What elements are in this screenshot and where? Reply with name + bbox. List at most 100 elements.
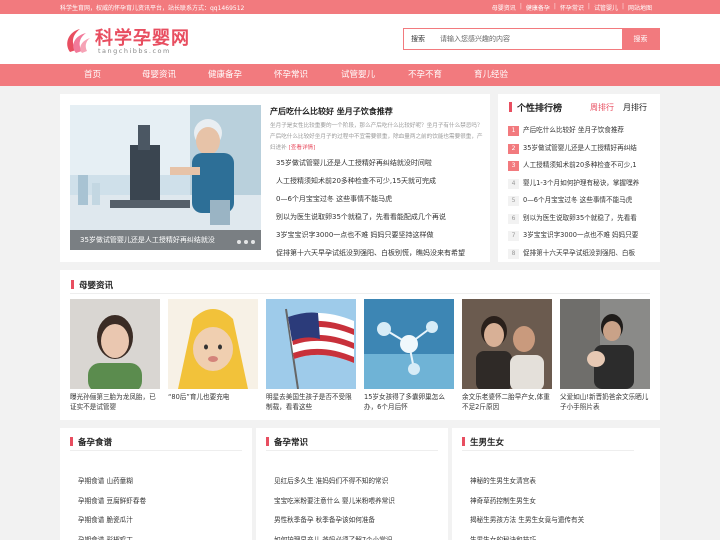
divider	[70, 450, 242, 451]
ranking-list: 1 产后吃什么比较好 坐月子饮食推荐 2 35岁做试管婴儿还是人工授精好再纠结 3人…	[508, 122, 648, 262]
rank-number: 7	[508, 231, 519, 241]
search-input[interactable]	[440, 29, 620, 49]
rank-number: 8	[508, 248, 519, 259]
list-item[interactable]: 男性秋季备孕 秋季备孕该如何准备	[274, 511, 395, 531]
us-flag-image	[266, 299, 356, 389]
list-item[interactable]: 人工授精须知术前20多种检查不可少,15天就可完成	[272, 172, 465, 190]
tab-monthly[interactable]: 月排行	[623, 102, 647, 113]
column-gender: 生男生女 神秘的生男生女清宫表 神奇草药控制生男生女 揭秘生男孩方法 生男生女竟…	[452, 428, 660, 540]
list-item[interactable]: 孕期食谱 山药童糊	[78, 472, 146, 492]
ranking-item[interactable]: 3 人工授精须知术前20多种检查不可少,1	[508, 157, 648, 175]
search-label: 搜索	[411, 35, 425, 43]
baby-towel-image	[168, 299, 258, 389]
card-image	[70, 299, 160, 389]
rank-title: 人工授精须知术前20多种检查不可少,1	[523, 161, 637, 169]
rank-title: 产后吃什么比较好 坐月子饮食推荐	[523, 126, 625, 134]
list-item[interactable]: 别以为医生说取卵35个就稳了，先看看能配成几个再说	[272, 208, 465, 226]
main-nav: 首页 母婴资讯 健康备孕 怀孕常识 试管婴儿 不孕不育 育儿经验	[0, 64, 720, 86]
read-more-link[interactable]: [查看详情]	[289, 145, 316, 151]
list-item[interactable]: 促排第十六天早孕试纸没到强阳、白板别慌，瞧妈没来有希望	[272, 244, 465, 262]
nav-baby-news[interactable]: 母婴资讯	[142, 64, 176, 86]
top-link-prepregnancy[interactable]: 健康备孕	[522, 3, 554, 12]
card-image	[364, 299, 454, 389]
card-title: 曝光孙俪第三胎为龙凤胎，已证实不是试管婴	[70, 393, 156, 411]
section-title: 母婴资讯	[71, 279, 113, 291]
ranking-item[interactable]: 8 促排第十六天早孕试纸没到强阳、白板	[508, 245, 648, 263]
rank-title: 0—6个月宝宝过冬 这些事情不能马虎	[523, 196, 633, 204]
slide-caption: 35岁做试管婴儿还是人工授精好再纠结就没	[70, 230, 261, 250]
card-title: 15岁女孩得了多囊卵巢怎么办，6个月后怀	[364, 393, 445, 411]
search-button[interactable]: 搜索	[622, 29, 659, 49]
featured-title[interactable]: 产后吃什么比较好 坐月子饮食推荐	[270, 106, 393, 117]
top-link-sitemap[interactable]: 网站地图	[624, 3, 656, 12]
top-link-baby-news[interactable]: 母婴资讯	[488, 3, 520, 12]
rank-number: 1	[508, 126, 519, 136]
news-card[interactable]: 余文乐老婆怀二胎早产女,体重不足2斤原因	[462, 299, 552, 412]
ranking-item[interactable]: 5 0—6个月宝宝过冬 这些事情不能马虎	[508, 192, 648, 210]
nav-home[interactable]: 首页	[84, 64, 101, 86]
top-link-ivf[interactable]: 试管婴儿	[590, 3, 622, 12]
nav-ivf[interactable]: 试管婴儿	[341, 64, 375, 86]
molecule-image	[364, 299, 454, 389]
list-item[interactable]: 0—6个月宝宝过冬 这些事情不能马虎	[272, 190, 465, 208]
ranking-item[interactable]: 7 3岁宝宝识字3000一点也不难 妈妈只要	[508, 227, 648, 245]
slide-dot[interactable]	[244, 240, 248, 244]
featured-slide[interactable]: 35岁做试管婴儿还是人工授精好再纠结就没	[70, 105, 261, 250]
slide-dot[interactable]	[251, 240, 255, 244]
search-box: 搜索 搜索	[403, 28, 660, 50]
rank-number: 5	[508, 196, 519, 206]
news-card[interactable]: 父爱如山!新晋奶爸余文乐晒儿子小手照片表	[560, 299, 650, 412]
list-item[interactable]: 3岁宝宝识字3000一点也不难 妈妈只要坚持这样做	[272, 226, 465, 244]
article-list: 孕期食谱 山药童糊 孕期食谱 豆腐鲜虾春卷 孕期食谱 脆瓷瓜汁 孕期食谱 彩椒鸡…	[78, 472, 146, 540]
rank-title: 3岁宝宝识字3000一点也不难 妈妈只要	[523, 231, 639, 239]
list-item[interactable]: 宝宝吃米粉要注意什么 婴儿米粉喂养常识	[274, 492, 395, 512]
divider	[266, 450, 438, 451]
father-baby-image	[560, 299, 650, 389]
card-title: 余文乐老婆怀二胎早产女,体重不足2斤原因	[462, 393, 550, 411]
featured-summary: 坐月子是女性比较重要的一个阶段，那么产后吃什么比较好呢？坐月子有什么禁忌吗？产后…	[270, 123, 483, 151]
news-card[interactable]: 明星去美国生孩子是否不受限制载，看看这些	[266, 299, 356, 412]
site-logo[interactable]: 科学孕婴网 tangchibbs.com	[62, 24, 192, 58]
nav-pregnancy[interactable]: 怀孕常识	[274, 64, 308, 86]
list-item[interactable]: 35岁做试管婴儿还是人工授精好再纠结就没时间啦	[272, 154, 465, 172]
ranking-title: 个性排行榜	[517, 104, 563, 114]
slide-dot[interactable]	[237, 240, 241, 244]
list-item[interactable]: 孕期食谱 脆瓷瓜汁	[78, 511, 146, 531]
top-links: 母婴资讯 | 健康备孕 | 怀孕常识 | 试管婴儿 | 网站地图	[488, 3, 656, 12]
news-card[interactable]: 15岁女孩得了多囊卵巢怎么办，6个月后怀	[364, 299, 454, 412]
card-image	[560, 299, 650, 389]
card-image	[462, 299, 552, 389]
list-item[interactable]: 神秘的生男生女清宫表	[470, 472, 584, 492]
logo-mark-icon	[67, 29, 90, 53]
nav-infertility[interactable]: 不孕不育	[408, 64, 442, 86]
nav-prepregnancy[interactable]: 健康备孕	[208, 64, 242, 86]
list-item[interactable]: 如何护理早产儿 爸妈必须了解7个小常识	[274, 531, 395, 540]
tab-weekly[interactable]: 周排行	[590, 102, 614, 113]
slide-dots	[237, 240, 255, 244]
news-card[interactable]: 曝光孙俪第三胎为龙凤胎，已证实不是试管婴	[70, 299, 160, 412]
ranking-item[interactable]: 1 产后吃什么比较好 坐月子饮食推荐	[508, 122, 648, 140]
woman-portrait-image	[70, 299, 160, 389]
list-item[interactable]: 见红后多久生 准妈妈们不得不知的常识	[274, 472, 395, 492]
ranking-item[interactable]: 6 别以为医生说取卵35个就稳了，先看看	[508, 210, 648, 228]
baby-news-panel: 母婴资讯 曝光孙俪第三胎为龙凤胎，已证实不是试管婴 “80后”育儿也要充电 明星…	[60, 270, 660, 420]
section-title: 备孕常识	[266, 436, 308, 448]
couple-photo-image	[462, 299, 552, 389]
card-image	[266, 299, 356, 389]
ranking-item[interactable]: 4 婴儿1-3个月如何护理有秘诀，掌握嘿养	[508, 175, 648, 193]
column-prep-knowledge: 备孕常识 见红后多久生 准妈妈们不得不知的常识 宝宝吃米粉要注意什么 婴儿米粉喂…	[256, 428, 448, 540]
site-slogan: 科学生育网，权威的怀孕育儿资讯平台，站长联系方式：qq1469512	[60, 5, 245, 12]
top-link-pregnancy[interactable]: 怀孕常识	[556, 3, 588, 12]
featured-panel: 35岁做试管婴儿还是人工授精好再纠结就没 产后吃什么比较好 坐月子饮食推荐 坐月…	[60, 94, 490, 262]
rank-number: 4	[508, 178, 519, 189]
list-item[interactable]: 生男生女的秘诀和技巧	[470, 531, 584, 540]
ranking-item[interactable]: 2 35岁做试管婴儿还是人工授精好再纠结	[508, 140, 648, 158]
section-title: 备孕食谱	[70, 436, 112, 448]
list-item[interactable]: 孕期食谱 豆腐鲜虾春卷	[78, 492, 146, 512]
list-item[interactable]: 孕期食谱 彩椒鸡丁	[78, 531, 146, 540]
nav-parenting[interactable]: 育儿经验	[474, 64, 508, 86]
news-card[interactable]: “80后”育儿也要充电	[168, 299, 258, 412]
list-item[interactable]: 揭秘生男孩方法 生男生女竟与遗传有关	[470, 511, 584, 531]
section-title: 生男生女	[462, 436, 504, 448]
list-item[interactable]: 神奇草药控制生男生女	[470, 492, 584, 512]
